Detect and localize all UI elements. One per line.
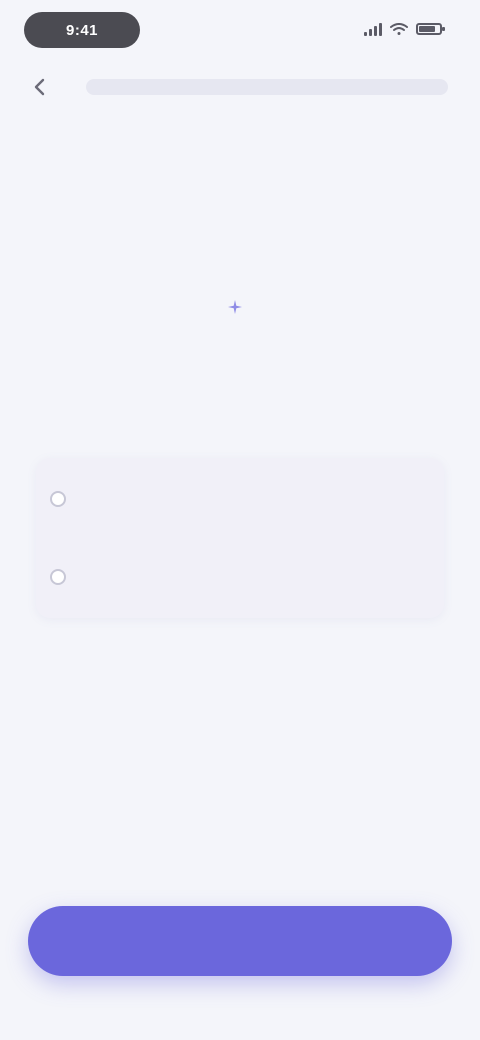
option-item-1[interactable] bbox=[36, 470, 444, 528]
address-bar[interactable] bbox=[86, 79, 448, 95]
options-list bbox=[36, 458, 444, 618]
app-screen: 9:41 bbox=[0, 0, 480, 1040]
promo-block bbox=[80, 300, 400, 357]
chevron-left-icon[interactable] bbox=[28, 75, 52, 99]
radio-icon[interactable] bbox=[50, 569, 66, 585]
radio-icon[interactable] bbox=[50, 491, 66, 507]
status-time: 9:41 bbox=[24, 12, 140, 48]
status-bar: 9:41 bbox=[0, 0, 480, 64]
battery-icon bbox=[416, 23, 445, 35]
option-item-2[interactable] bbox=[36, 548, 444, 606]
wifi-icon bbox=[390, 23, 408, 35]
battery-level bbox=[419, 26, 435, 32]
status-icons bbox=[364, 22, 445, 36]
promo-title bbox=[228, 300, 252, 314]
primary-action-button[interactable] bbox=[28, 906, 452, 976]
sparkle-icon bbox=[228, 300, 242, 314]
signal-icon bbox=[364, 22, 382, 36]
nav-row bbox=[28, 72, 448, 102]
